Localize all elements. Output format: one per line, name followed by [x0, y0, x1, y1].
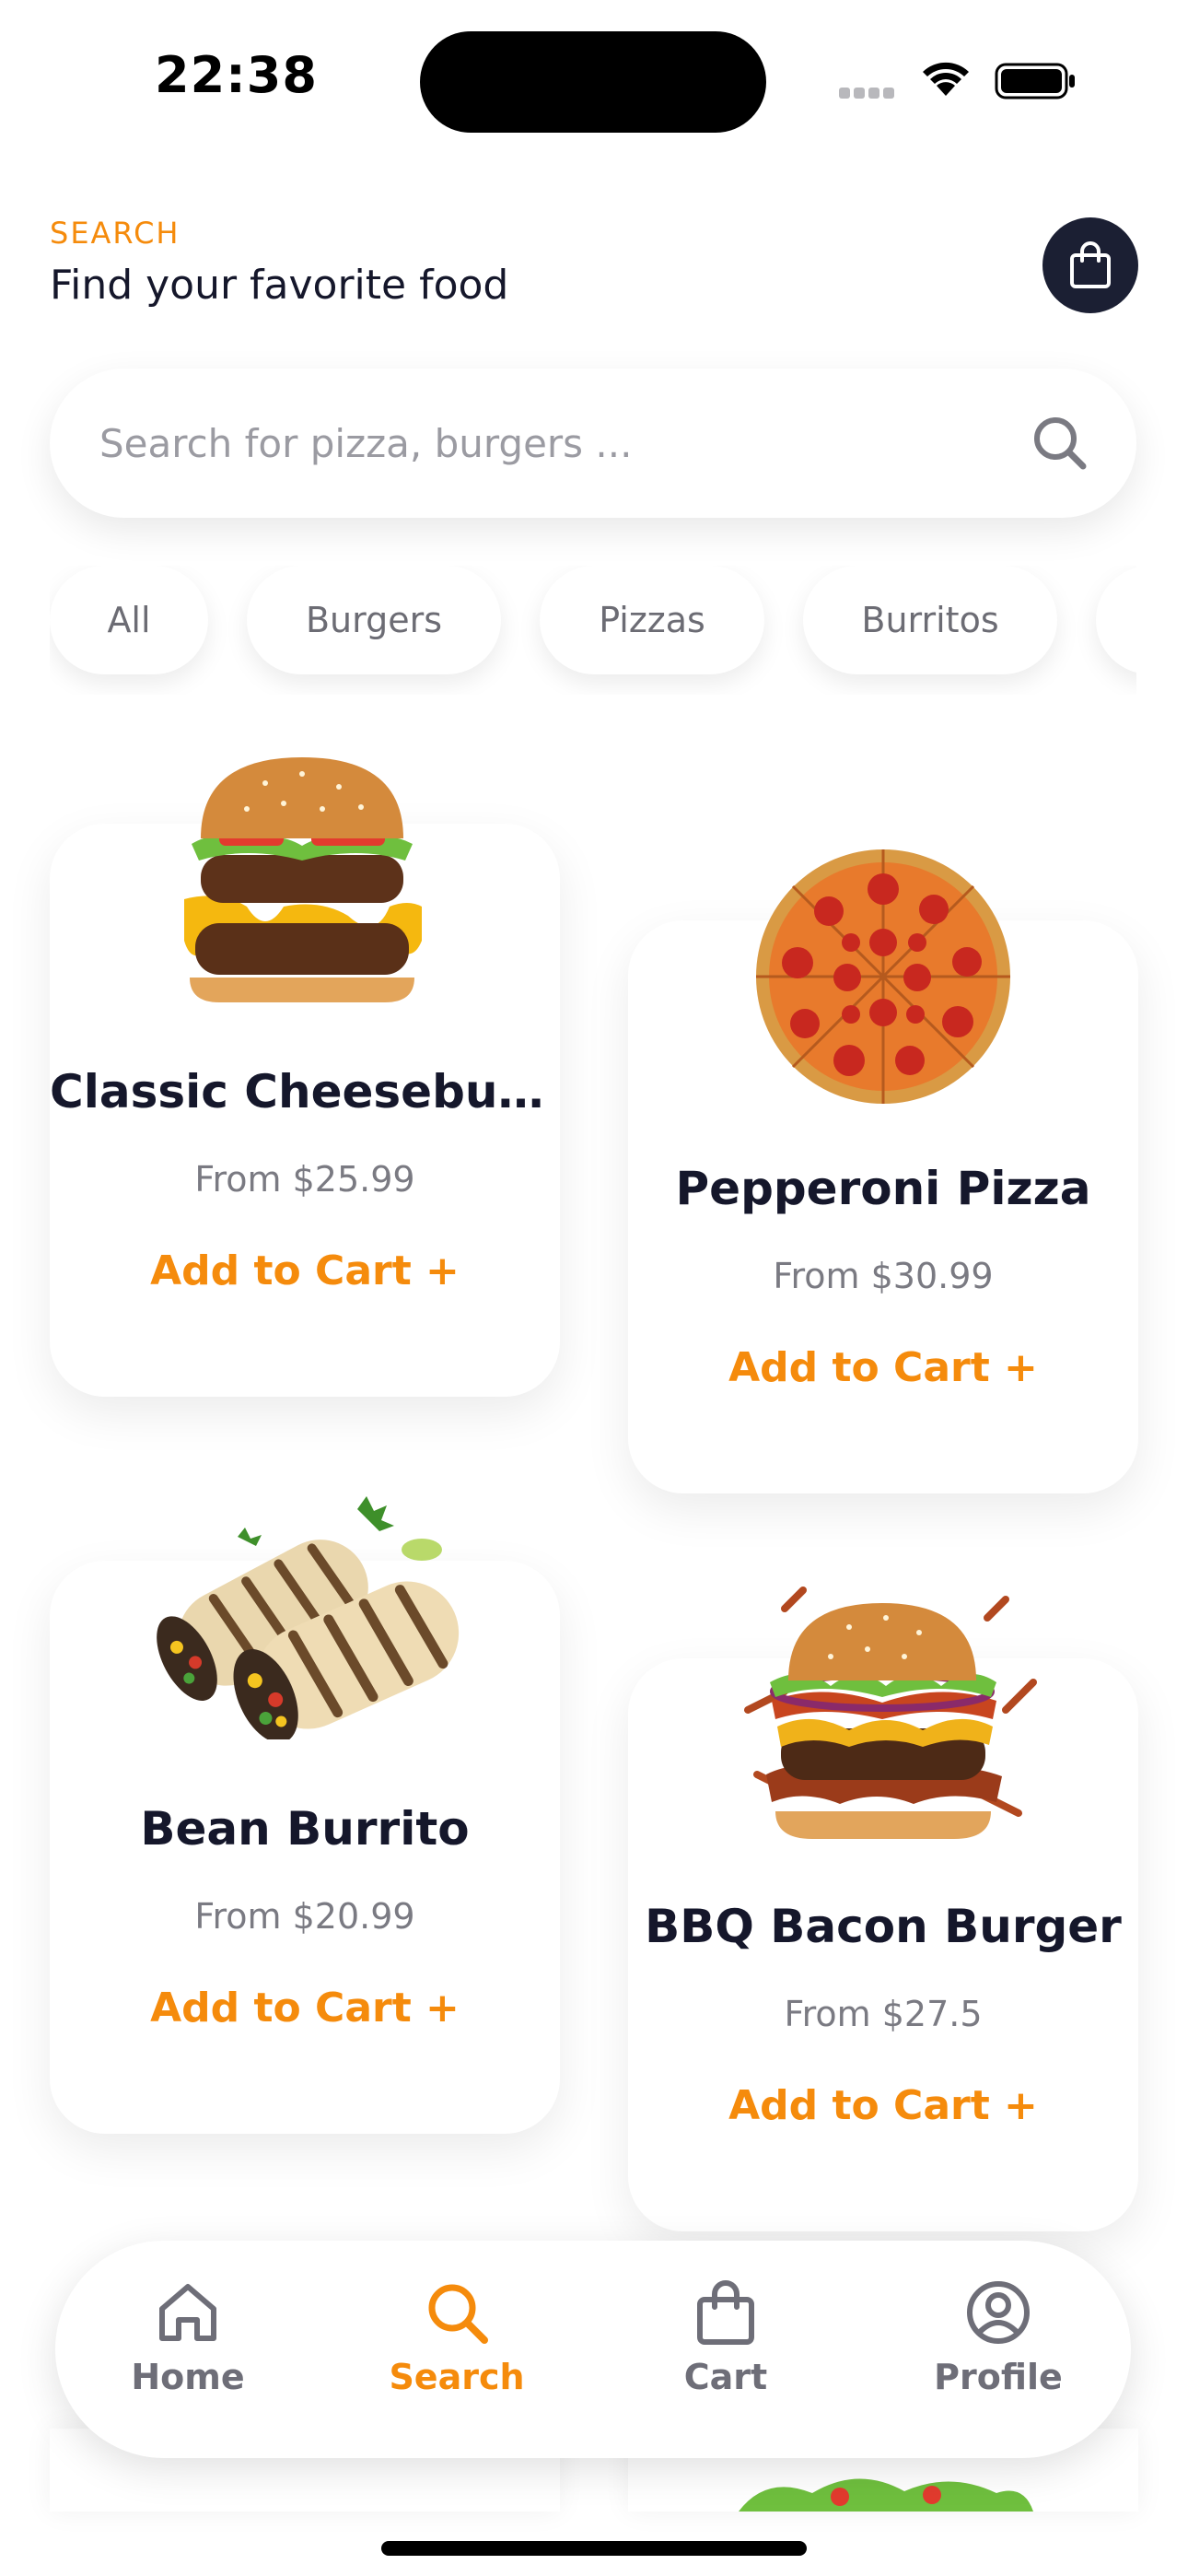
category-chips: All Burgers Pizzas Burritos — [50, 566, 1136, 695]
page-title: Find your favorite food — [50, 262, 509, 309]
dynamic-island — [420, 31, 766, 133]
status-time: 22:38 — [155, 46, 318, 104]
product-name: Classic Cheeseburger — [50, 1065, 560, 1118]
chip-more[interactable] — [1096, 566, 1136, 674]
profile-icon — [967, 2281, 1030, 2344]
tab-label: Search — [389, 2357, 525, 2397]
bag-icon — [1070, 241, 1111, 288]
product-name: Bean Burrito — [140, 1802, 470, 1856]
product-card[interactable]: BBQ Bacon Burger From $27.5 Add to Cart … — [628, 1587, 1138, 2231]
chip-all[interactable]: All — [50, 566, 208, 674]
search-icon — [428, 2284, 488, 2344]
chip-burritos[interactable]: Burritos — [803, 566, 1057, 674]
cheeseburger-image — [184, 757, 422, 1002]
add-to-cart-button[interactable]: Add to Cart + — [628, 2082, 1138, 2129]
product-price: From $27.5 — [784, 1994, 983, 2034]
add-to-cart-button[interactable]: Add to Cart + — [50, 1985, 560, 2032]
cart-button[interactable] — [1042, 217, 1138, 313]
add-to-cart-button[interactable]: Add to Cart + — [50, 1247, 560, 1294]
bbq-bacon-burger-image — [744, 1587, 1037, 1839]
search-bar[interactable] — [50, 369, 1136, 518]
product-card[interactable]: Bean Burrito From $20.99 Add to Cart + — [50, 1496, 560, 2134]
header-eyebrow: SEARCH — [50, 216, 181, 251]
product-price: From $30.99 — [773, 1256, 994, 1296]
product-price: From $25.99 — [194, 1159, 415, 1200]
search-input[interactable] — [98, 405, 1022, 481]
home-icon — [159, 2284, 216, 2341]
status-bar: 22:38 — [0, 0, 1188, 157]
battery-icon — [995, 63, 1075, 100]
bag-icon — [697, 2280, 754, 2345]
tab-cart[interactable]: Cart — [624, 2277, 827, 2425]
tab-home[interactable]: Home — [87, 2277, 289, 2425]
product-card[interactable]: Classic Cheeseburger From $25.99 Add to … — [50, 757, 560, 1397]
cellular-signal-icon — [839, 85, 898, 102]
pepperoni-pizza-image — [756, 849, 1010, 1104]
chip-pizzas[interactable]: Pizzas — [540, 566, 764, 674]
product-name: BBQ Bacon Burger — [645, 1900, 1122, 1953]
chip-burgers[interactable]: Burgers — [247, 566, 501, 674]
salad-image — [739, 2478, 1033, 2512]
tab-search[interactable]: Search — [355, 2277, 558, 2425]
bean-burrito-image — [157, 1496, 460, 1739]
status-icons — [833, 55, 1087, 101]
product-price: From $20.99 — [194, 1896, 415, 1937]
tab-profile[interactable]: Profile — [897, 2277, 1100, 2425]
bottom-tab-bar: Home Search Cart Profile — [55, 2241, 1131, 2458]
home-indicator — [381, 2541, 807, 2556]
tab-label: Profile — [934, 2357, 1063, 2397]
wifi-icon — [923, 62, 969, 96]
search-icon[interactable] — [1030, 413, 1090, 474]
add-to-cart-button[interactable]: Add to Cart + — [628, 1344, 1138, 1391]
tab-label: Cart — [683, 2357, 768, 2397]
product-name: Pepperoni Pizza — [675, 1162, 1091, 1215]
product-card[interactable]: Pepperoni Pizza From $30.99 Add to Cart … — [628, 849, 1138, 1493]
tab-label: Home — [131, 2357, 245, 2397]
